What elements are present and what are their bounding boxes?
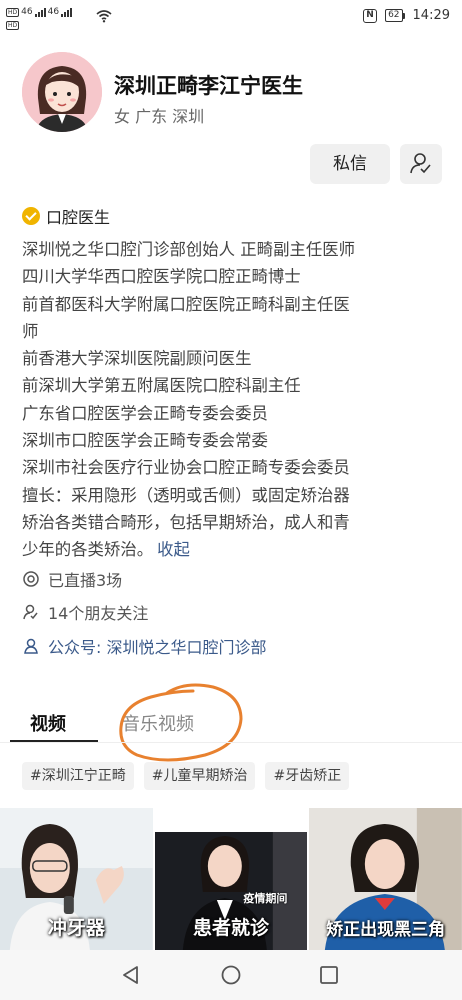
official-account-row[interactable]: 公众号: 深圳悦之华口腔门诊部 [22, 634, 266, 658]
bio-line: 少年的各类矫治。 [22, 540, 154, 560]
sim2-network: 46 [47, 6, 60, 17]
add-friend-button[interactable] [400, 144, 442, 184]
signal-icon [34, 7, 46, 17]
message-button[interactable]: 私信 [310, 144, 390, 184]
bio-line: 深圳悦之华口腔门诊部创始人 正畸副主任医师 [22, 240, 356, 259]
back-triangle-icon[interactable] [120, 964, 142, 986]
hashtag-chip[interactable]: #牙齿矫正 [265, 762, 350, 790]
bio-line: 矫治各类错合畸形，包括早期矫治，成人和青 [22, 512, 350, 532]
signal-icon [61, 7, 73, 17]
profile-location: 女 广东 深圳 [114, 107, 205, 126]
bio-line: 前深圳大学第五附属医院口腔科副主任 [22, 376, 301, 396]
profile-name: 深圳正畸李江宁医生 [114, 74, 303, 98]
video-thumbnail[interactable]: 矫正出现黑三角 [309, 808, 462, 950]
verification-row: 口腔医生 [22, 204, 110, 228]
friends-following: 14个朋友关注 [48, 604, 149, 623]
hashtag-row: #深圳江宁正畸 #儿童早期矫治 #牙齿矫正 [22, 762, 350, 790]
official-account-link[interactable]: 公众号: 深圳悦之华口腔门诊部 [48, 634, 266, 658]
bio-line: 前首都医科大学附属口腔医院正畸科副主任医 [22, 294, 350, 314]
live-icon [23, 571, 39, 587]
sim1-network: 46 [21, 6, 33, 17]
bio-line-last: 少年的各类矫治。 收起 [22, 536, 442, 563]
video-caption: 患者就诊 [193, 917, 270, 939]
collapse-link[interactable]: 收起 [157, 540, 190, 559]
wifi-icon [96, 10, 112, 23]
verified-badge-icon [22, 207, 40, 225]
tab-videos[interactable]: 视频 [30, 710, 66, 736]
home-circle-icon[interactable] [220, 964, 242, 986]
bio-line: 深圳市社会医疗行业协会口腔正畸专委会委员 [22, 458, 350, 478]
hashtag-chip[interactable]: #深圳江宁正畸 [22, 762, 134, 790]
person-icon [24, 638, 38, 654]
sim2-hd-badge: HD [6, 20, 20, 30]
friends-following-row[interactable]: 14个朋友关注 [22, 600, 148, 624]
signal-indicators: HD 46 46 HD [6, 6, 73, 30]
sim1-hd-badge: HD [6, 7, 20, 17]
video-caption: 矫正出现黑三角 [326, 920, 446, 940]
tab-divider [0, 742, 462, 743]
nfc-icon: N [363, 8, 378, 23]
video-tagline: 疫情期间 [243, 892, 288, 905]
live-count: 已直播3场 [48, 571, 123, 590]
video-thumbnail[interactable]: 疫情期间 患者就诊 [154, 808, 308, 950]
bio-line: 擅长：采用隐形（透明或舌侧）或固定矫治器 [22, 485, 350, 505]
person-check-icon [23, 604, 38, 620]
system-nav-bar [0, 950, 462, 1000]
video-caption: 冲牙器 [47, 917, 105, 939]
profile-bio: 深圳悦之华口腔门诊部创始人 正畸副主任医师 四川大学华西口腔医学院口腔正畸博士 … [22, 236, 442, 564]
bio-line: 前香港大学深圳医院副顾问医生 [22, 349, 252, 369]
person-check-icon [410, 153, 431, 174]
video-thumbnail[interactable]: 冲牙器 [0, 808, 153, 950]
video-grid: 冲牙器 疫情期间 患者就诊 矫正出现黑三角 [0, 808, 462, 950]
battery-level: 62 [385, 9, 403, 22]
bio-line: 广东省口腔医学会正畸专委会委员 [22, 403, 268, 423]
live-count-row: 已直播3场 [22, 567, 122, 591]
clock: 14:29 [412, 8, 450, 23]
hand-drawn-circle-annotation [119, 683, 243, 762]
verification-label: 口腔医生 [46, 208, 111, 227]
battery-icon: 62 [385, 9, 405, 22]
hashtag-chip[interactable]: #儿童早期矫治 [143, 762, 256, 790]
bio-line: 深圳市口腔医学会正畸专委会常委 [22, 431, 268, 451]
recents-square-icon[interactable] [318, 964, 340, 986]
status-bar: HD 46 46 HD N 62 14:29 [0, 0, 462, 34]
avatar[interactable] [22, 52, 102, 132]
bio-line: 师 [22, 321, 39, 341]
bio-line: 四川大学华西口腔医学院口腔正畸博士 [22, 267, 301, 287]
